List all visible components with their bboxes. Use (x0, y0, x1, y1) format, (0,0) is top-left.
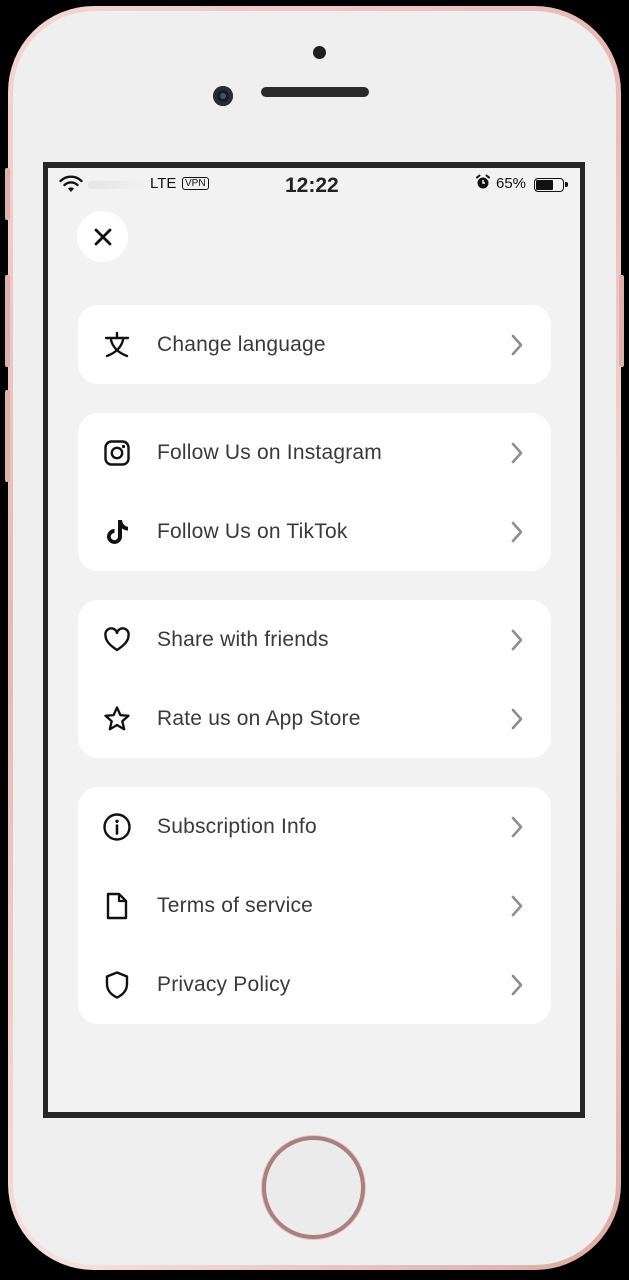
menu-item-label: Share with friends (157, 627, 329, 651)
chevron-right-icon (509, 333, 525, 357)
chevron-right-icon (509, 707, 525, 731)
chevron-right-icon (509, 520, 525, 544)
chevron-right-icon (509, 894, 525, 918)
earpiece-speaker (261, 87, 369, 97)
alarm-icon (475, 174, 491, 190)
settings-screen: LTE VPN 12:22 65% Change language Follow… (48, 168, 580, 1112)
menu-item-label: Follow Us on TikTok (157, 519, 348, 543)
document-icon (102, 891, 132, 921)
vpn-badge: VPN (182, 177, 209, 190)
clock: 12:22 (285, 174, 339, 197)
close-button[interactable] (77, 211, 128, 262)
battery-icon (534, 178, 568, 192)
screen: LTE VPN 12:22 65% Change language Follow… (43, 162, 585, 1118)
menu-item-label: Terms of service (157, 893, 314, 917)
menu-item-label: Subscription Info (157, 814, 317, 838)
chevron-right-icon (509, 973, 525, 997)
home-button[interactable] (266, 1140, 361, 1235)
network-type: LTE (150, 175, 177, 192)
language-card: Change language (78, 305, 551, 384)
battery-level (536, 180, 553, 190)
shield-icon (102, 970, 132, 1000)
social-card: Follow Us on Instagram Follow Us on TikT… (78, 413, 551, 571)
subscription-info-item[interactable]: Subscription Info (78, 787, 551, 866)
follow-instagram-item[interactable]: Follow Us on Instagram (78, 413, 551, 492)
mute-switch[interactable] (5, 168, 10, 220)
star-icon (102, 704, 132, 734)
rate-app-store-item[interactable]: Rate us on App Store (78, 679, 551, 758)
close-icon (93, 227, 113, 247)
wifi-icon (58, 174, 84, 194)
legal-card: Subscription Info Terms of service Priva… (78, 787, 551, 1024)
power-button[interactable] (619, 275, 624, 367)
menu-item-label: Follow Us on Instagram (157, 440, 382, 464)
menu-item-label: Privacy Policy (157, 972, 291, 996)
volume-down-button[interactable] (5, 390, 10, 482)
terms-of-service-item[interactable]: Terms of service (78, 866, 551, 945)
status-bar: LTE VPN 12:22 65% (48, 168, 580, 202)
share-card: Share with friends Rate us on App Store (78, 600, 551, 758)
volume-up-button[interactable] (5, 275, 10, 367)
chevron-right-icon (509, 441, 525, 465)
menu-item-label: Change language (157, 332, 326, 356)
chevron-right-icon (509, 815, 525, 839)
instagram-icon (102, 438, 132, 468)
heart-icon (102, 625, 132, 655)
front-camera (213, 86, 233, 106)
carrier-name (88, 181, 148, 189)
info-icon (102, 812, 132, 842)
menu-item-label: Rate us on App Store (157, 706, 361, 730)
privacy-policy-item[interactable]: Privacy Policy (78, 945, 551, 1024)
share-with-friends-item[interactable]: Share with friends (78, 600, 551, 679)
chevron-right-icon (509, 628, 525, 652)
translate-icon (102, 330, 132, 360)
tiktok-icon (102, 517, 132, 547)
battery-percent: 65% (496, 175, 527, 192)
proximity-sensor (313, 46, 326, 59)
change-language-item[interactable]: Change language (78, 305, 551, 384)
follow-tiktok-item[interactable]: Follow Us on TikTok (78, 492, 551, 571)
